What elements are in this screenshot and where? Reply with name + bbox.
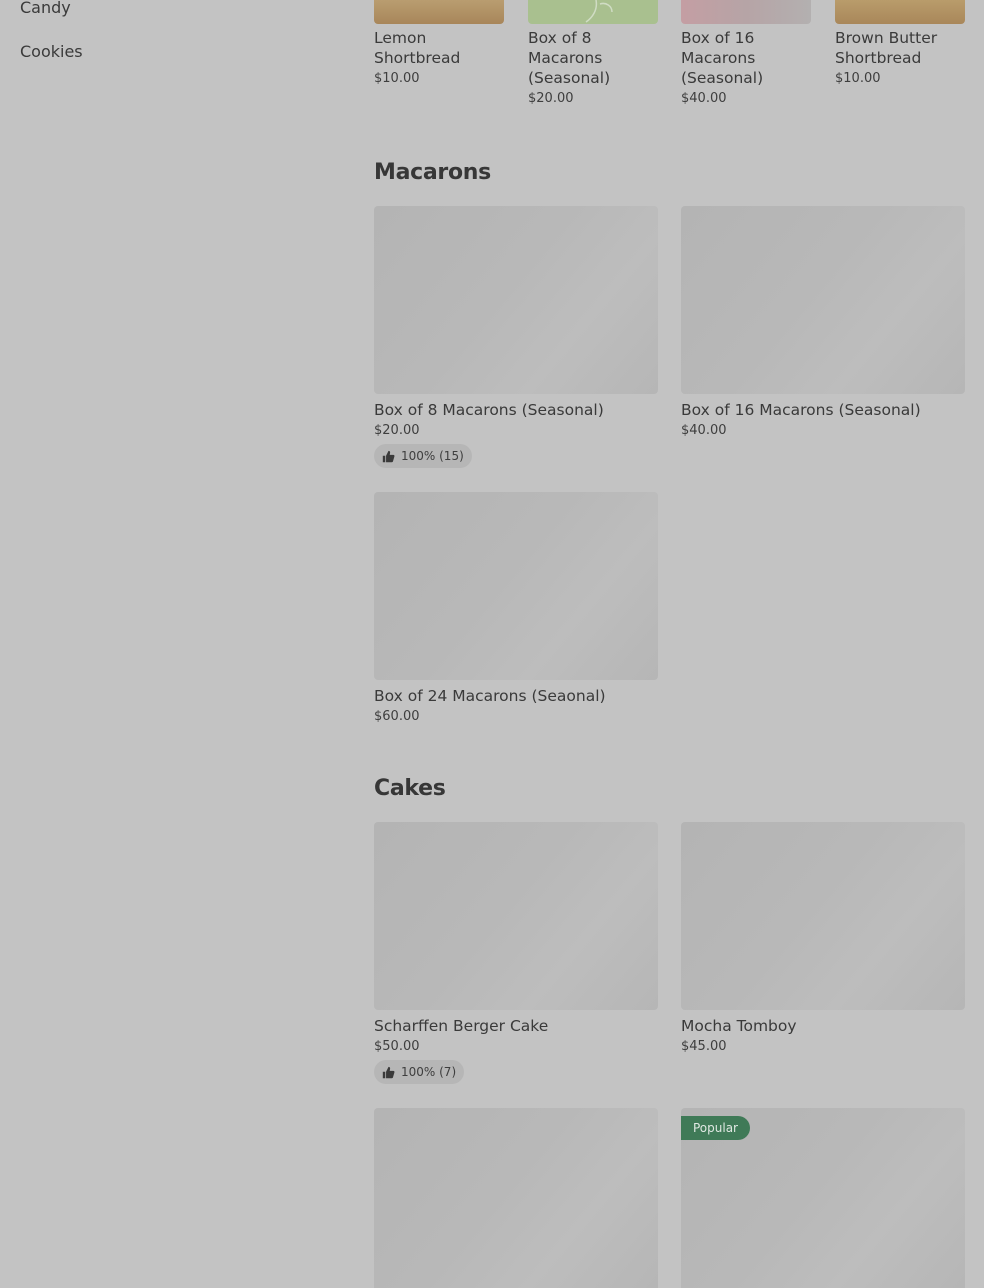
product-image xyxy=(374,0,504,24)
product-image xyxy=(374,206,658,394)
sidebar-item-cookies[interactable]: Cookies xyxy=(20,42,83,61)
product-card-cake-3[interactable] xyxy=(374,1108,658,1288)
product-name: Box of 16 Macarons (Seasonal) xyxy=(681,401,921,419)
product-card-brown-butter-shortbread[interactable]: Brown Butter Shortbread $10.00 xyxy=(835,0,965,86)
product-image xyxy=(374,492,658,680)
product-image xyxy=(374,1108,658,1288)
product-name: Box of 8 Macarons (Seasonal) xyxy=(528,29,611,87)
product-price: $45.00 xyxy=(681,1039,727,1054)
product-price: $60.00 xyxy=(374,709,420,724)
product-price: $20.00 xyxy=(528,91,574,106)
product-card-scharffen-berger-cake[interactable]: Scharffen Berger Cake $50.00 100% (7) xyxy=(374,822,658,1084)
product-image xyxy=(681,206,965,394)
product-card-box-8-macarons-seasonal[interactable]: Box of 8 Macarons (Seasonal) $20.00 100%… xyxy=(374,206,658,468)
product-card-box-8-macarons[interactable]: Box of 8 Macarons (Seasonal) $20.00 xyxy=(528,0,658,106)
thumbs-up-icon xyxy=(382,450,395,462)
product-price: $50.00 xyxy=(374,1039,420,1054)
product-image xyxy=(374,822,658,1010)
leaf-pattern-icon xyxy=(585,0,613,23)
product-name: Box of 16 Macarons (Seasonal) xyxy=(681,29,764,87)
product-name: Brown Butter Shortbread xyxy=(835,29,938,67)
product-price: $20.00 xyxy=(374,423,420,438)
product-card-box-24-macarons[interactable]: Box of 24 Macarons (Seaonal) $60.00 xyxy=(374,492,658,724)
thumbs-up-icon xyxy=(382,1066,395,1078)
rating-text: 100% (15) xyxy=(401,449,464,463)
section-title-macarons: Macarons xyxy=(374,160,491,185)
popular-badge: Popular xyxy=(681,1116,750,1140)
product-price: $10.00 xyxy=(374,71,420,86)
product-image xyxy=(835,0,965,24)
section-title-cakes: Cakes xyxy=(374,776,446,801)
product-image xyxy=(681,0,811,24)
product-image xyxy=(681,822,965,1010)
product-image: Popular xyxy=(681,1108,965,1288)
rating-badge: 100% (7) xyxy=(374,1060,465,1084)
product-card-lemon-shortbread[interactable]: Lemon Shortbread $10.00 xyxy=(374,0,504,86)
product-price: $40.00 xyxy=(681,91,727,106)
product-name: Box of 24 Macarons (Seaonal) xyxy=(374,687,606,705)
menu-main: Lemon Shortbread $10.00 Box of 8 Macaron… xyxy=(374,0,965,1288)
product-card-mocha-tomboy[interactable]: Mocha Tomboy $45.00 xyxy=(681,822,965,1054)
rating-badge: 100% (15) xyxy=(374,444,472,468)
product-name: Lemon Shortbread xyxy=(374,29,461,67)
product-card-box-16-macarons-seasonal[interactable]: Box of 16 Macarons (Seasonal) $40.00 xyxy=(681,206,965,438)
product-card-box-16-macarons[interactable]: Box of 16 Macarons (Seasonal) $40.00 xyxy=(681,0,811,106)
product-card-cake-4[interactable]: Popular xyxy=(681,1108,965,1288)
product-price: $10.00 xyxy=(835,71,881,86)
product-name: Scharffen Berger Cake xyxy=(374,1017,549,1035)
sidebar-item-candy[interactable]: Candy xyxy=(20,0,71,17)
product-name: Mocha Tomboy xyxy=(681,1017,797,1035)
rating-text: 100% (7) xyxy=(401,1065,457,1079)
product-price: $40.00 xyxy=(681,423,727,438)
product-image xyxy=(528,0,658,24)
product-name: Box of 8 Macarons (Seasonal) xyxy=(374,401,604,419)
